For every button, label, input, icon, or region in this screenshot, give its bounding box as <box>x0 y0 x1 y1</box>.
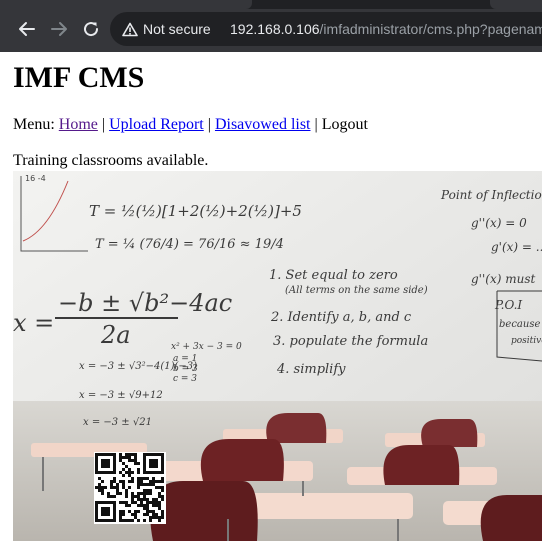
browser-toolbar: Not secure 192.168.0.106/imfadministrato… <box>0 0 542 52</box>
menu-separator: | <box>101 116 106 133</box>
arrow-right-icon <box>51 22 67 36</box>
menu-link-disavowed-list[interactable]: Disavowed list <box>215 116 311 133</box>
classroom-illustration: 16 -4 T = ½(½)[1+2(½)+2(½)]+5 T = ¼ (76/… <box>13 171 542 541</box>
back-button[interactable] <box>15 17 39 41</box>
svg-text:T = ¼ (76/4) = 76/16 ≈ 19/4: T = ¼ (76/4) = 76/16 ≈ 19/4 <box>95 237 284 252</box>
arrow-left-icon <box>19 22 35 36</box>
active-tab[interactable] <box>0 0 252 9</box>
chair <box>266 413 327 443</box>
chair <box>421 419 478 447</box>
right-title: Point of Inflection <box>440 188 542 202</box>
step-line: 3. populate the formula <box>273 334 428 349</box>
page-title: IMF CMS <box>13 61 145 94</box>
right-line: positive <box>511 336 542 346</box>
right-line: g'(x) = ... <box>491 240 542 254</box>
qr-code-image <box>94 452 166 524</box>
main-menu: Menu: Home | Upload Report | Disavowed l… <box>13 116 368 134</box>
step-line: (All terms on the same side) <box>285 285 428 296</box>
right-line: P.O.I <box>494 298 522 312</box>
security-label: Not secure <box>143 21 211 37</box>
menu-link-upload-report[interactable]: Upload Report <box>109 116 204 133</box>
svg-text:c = 3: c = 3 <box>173 374 197 384</box>
right-line: because <box>499 319 540 330</box>
menu-prefix: Menu: <box>13 116 55 133</box>
classroom-photo: 16 -4 T = ½(½)[1+2(½)+2(½)]+5 T = ¼ (76/… <box>13 171 542 541</box>
tab-strip <box>0 0 542 9</box>
logout-text: Logout <box>321 116 368 133</box>
chair <box>150 481 258 541</box>
url-host: 192.168.0.106 <box>230 21 320 37</box>
svg-text:x² + 3x − 3 = 0: x² + 3x − 3 = 0 <box>171 342 242 352</box>
url-path: /imfadministrator/cms.php?pagename <box>319 21 542 37</box>
right-line: g''(x) must <box>471 272 535 286</box>
svg-text:2a: 2a <box>100 321 131 349</box>
warning-icon <box>122 22 138 36</box>
chair <box>383 445 460 485</box>
svg-text:T = ½(½)[1+2(½)+2(½)]+5: T = ½(½)[1+2(½)+2(½)]+5 <box>89 202 302 220</box>
menu-link-home[interactable]: Home <box>59 116 98 133</box>
svg-text:x = −3 ± √9+12: x = −3 ± √9+12 <box>79 390 163 401</box>
chair <box>200 439 284 481</box>
svg-text:x =: x = <box>13 309 54 337</box>
svg-text:16 -4: 16 -4 <box>25 174 46 183</box>
url-text[interactable]: 192.168.0.106/imfadministrator/cms.php?p… <box>230 18 542 40</box>
right-line: g''(x) = 0 <box>471 216 527 230</box>
next-tab[interactable] <box>490 0 542 9</box>
step-line: 4. simplify <box>276 362 346 377</box>
menu-separator: | <box>207 116 211 133</box>
security-indicator[interactable]: Not secure <box>122 17 211 41</box>
chair <box>480 495 542 541</box>
intro-text: Training classrooms available. <box>13 152 209 169</box>
menu-separator: | <box>314 116 318 133</box>
step-line: 1. Set equal to zero <box>269 268 398 283</box>
forward-button[interactable] <box>47 17 71 41</box>
reload-button[interactable] <box>79 17 103 41</box>
svg-text:−b ± √b²−4ac: −b ± √b²−4ac <box>58 289 232 317</box>
step-line: 2. Identify a, b, and c <box>270 310 412 325</box>
reload-icon <box>84 22 99 37</box>
svg-text:x = −3 ± √3²−4(1)(−3): x = −3 ± √3²−4(1)(−3) <box>79 361 197 372</box>
svg-text:x = −3 ± √21: x = −3 ± √21 <box>83 417 152 428</box>
